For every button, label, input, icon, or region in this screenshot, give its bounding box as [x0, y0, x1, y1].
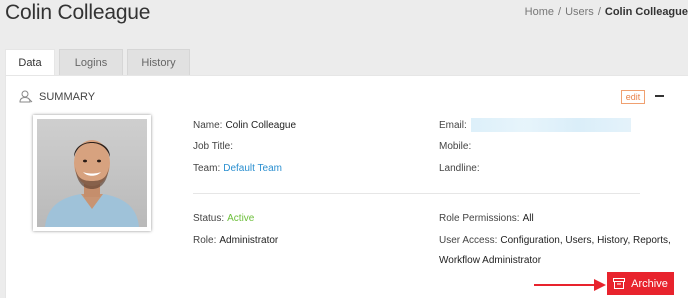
status-label: Status: — [193, 213, 225, 224]
avatar — [37, 119, 147, 227]
role-field: Role: Administrator — [193, 235, 278, 246]
role-label: Role: — [193, 235, 217, 246]
summary-title: SUMMARY — [39, 90, 96, 103]
email-field: Email: — [439, 120, 467, 131]
mobile-field: Mobile: — [439, 141, 471, 152]
landline-field: Landline: — [439, 163, 480, 174]
job-title-label: Job Title: — [193, 141, 234, 152]
collapse-icon[interactable] — [655, 95, 664, 97]
arrow-annotation — [534, 279, 606, 291]
tab-logins[interactable]: Logins — [59, 49, 123, 75]
team-field: Team: Default Team — [193, 163, 282, 174]
archive-icon — [613, 278, 626, 289]
team-link[interactable]: Default Team — [223, 163, 282, 174]
breadcrumb-users[interactable]: Users — [565, 6, 594, 18]
breadcrumb-home[interactable]: Home — [525, 6, 554, 18]
name-label: Name: — [193, 120, 223, 131]
name-field: Name: Colin Colleague — [193, 120, 296, 131]
role-value: Administrator — [219, 235, 279, 246]
status-value: Active — [227, 213, 255, 224]
job-title-field: Job Title: — [193, 141, 236, 152]
breadcrumb-current: Colin Colleague — [604, 6, 688, 18]
page-title: Colin Colleague — [5, 1, 151, 24]
user-access-value: Configuration, Users, History, Reports, — [500, 235, 671, 246]
tab-history[interactable]: History — [127, 49, 190, 75]
email-value-redacted — [471, 118, 631, 132]
tab-bar: Data Logins History — [5, 49, 194, 76]
role-permissions-value: All — [522, 213, 534, 224]
archive-label: Archive — [631, 277, 668, 290]
team-label: Team: — [193, 163, 221, 174]
email-label: Email: — [439, 120, 467, 131]
user-icon — [19, 90, 33, 103]
mobile-label: Mobile: — [439, 141, 472, 152]
breadcrumb: Home / Users / Colin Colleague — [525, 6, 688, 18]
profile-photo — [33, 115, 151, 231]
name-value: Colin Colleague — [225, 120, 297, 131]
user-access-label: User Access: — [439, 235, 498, 246]
role-permissions-label: Role Permissions: — [439, 213, 520, 224]
breadcrumb-separator: / — [597, 6, 601, 18]
divider — [193, 193, 640, 194]
breadcrumb-separator: / — [558, 6, 562, 18]
status-field: Status: Active — [193, 213, 254, 224]
tab-data[interactable]: Data — [5, 49, 55, 76]
summary-header: SUMMARY — [19, 90, 95, 103]
edit-button[interactable]: edit — [621, 90, 645, 104]
summary-panel: SUMMARY edit Name: Colin Colleague Job T… — [5, 75, 688, 298]
user-access-value-cont: Workflow Administrator — [439, 255, 542, 266]
user-access-field: User Access: Configuration, Users, Histor… — [439, 235, 671, 246]
role-permissions-field: Role Permissions: All — [439, 213, 534, 224]
landline-label: Landline: — [439, 163, 480, 174]
archive-button[interactable]: Archive — [607, 272, 674, 295]
